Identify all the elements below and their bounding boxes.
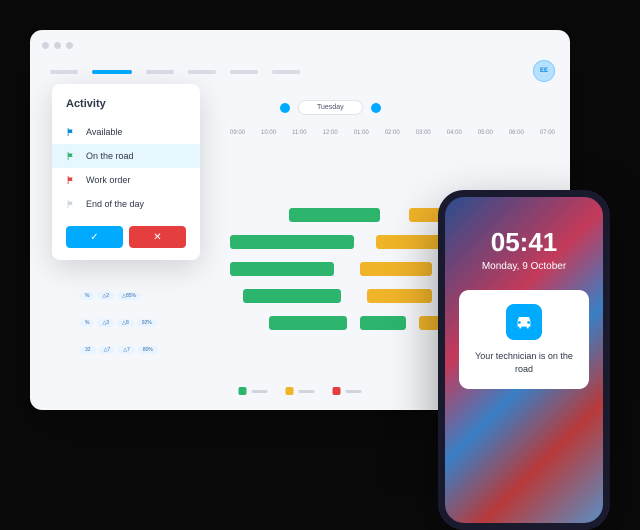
confirm-button[interactable]: ✓ bbox=[66, 226, 123, 248]
top-tabs bbox=[30, 62, 570, 82]
activity-popup: Activity Available On the road Work order E… bbox=[52, 84, 200, 260]
phone-mockup: 05:41 Monday, 9 October Your technician … bbox=[438, 190, 610, 530]
activity-option[interactable]: Work order bbox=[52, 168, 200, 192]
dot bbox=[66, 42, 73, 49]
avatar[interactable]: EE bbox=[533, 60, 555, 82]
time-tick: 10:00 bbox=[261, 130, 276, 142]
flag-icon bbox=[66, 199, 76, 209]
legend-item bbox=[333, 387, 362, 395]
time-tick: 02:00 bbox=[385, 130, 400, 142]
time-tick: 07:00 bbox=[540, 130, 555, 142]
popup-title: Activity bbox=[52, 98, 200, 120]
activity-label: End of the day bbox=[86, 199, 144, 209]
tab-item[interactable] bbox=[146, 70, 174, 74]
prev-day-button[interactable] bbox=[280, 103, 290, 113]
activity-option[interactable]: Available bbox=[52, 120, 200, 144]
dot bbox=[42, 42, 49, 49]
time-tick: 04:00 bbox=[447, 130, 462, 142]
tab-item[interactable] bbox=[272, 70, 300, 74]
time-tick: 06:00 bbox=[509, 130, 524, 142]
tab-item[interactable] bbox=[188, 70, 216, 74]
tab-item[interactable] bbox=[50, 70, 78, 74]
time-tick: 01:00 bbox=[354, 130, 369, 142]
notification-text: Your technician is on the road bbox=[473, 350, 575, 375]
legend-item bbox=[239, 387, 268, 395]
car-icon bbox=[506, 304, 542, 340]
window-controls bbox=[42, 42, 73, 49]
legend-item bbox=[286, 387, 315, 395]
timeline-header: 09:00 10:00 11:00 12:00 01:00 02:00 03:00 04:00… bbox=[230, 130, 555, 142]
phone-time: 05:41 bbox=[459, 227, 589, 258]
phone-date: Monday, 9 October bbox=[459, 261, 589, 272]
time-tick: 12:00 bbox=[323, 130, 338, 142]
flag-icon bbox=[66, 127, 76, 137]
legend bbox=[239, 387, 362, 395]
activity-label: Work order bbox=[86, 175, 130, 185]
activity-option[interactable]: On the road bbox=[52, 144, 200, 168]
time-tick: 11:00 bbox=[292, 130, 307, 142]
flag-icon bbox=[66, 151, 76, 161]
tab-item-active[interactable] bbox=[92, 70, 132, 74]
day-label[interactable]: Tuesday bbox=[298, 100, 363, 115]
time-tick: 09:00 bbox=[230, 130, 245, 142]
activity-option[interactable]: End of the day bbox=[52, 192, 200, 216]
time-tick: 03:00 bbox=[416, 130, 431, 142]
activity-label: On the road bbox=[86, 151, 134, 161]
flag-icon bbox=[66, 175, 76, 185]
next-day-button[interactable] bbox=[371, 103, 381, 113]
activity-label: Available bbox=[86, 127, 122, 137]
cancel-button[interactable]: ✕ bbox=[129, 226, 186, 248]
notification-card[interactable]: Your technician is on the road bbox=[459, 290, 589, 389]
time-tick: 05:00 bbox=[478, 130, 493, 142]
day-selector: Tuesday bbox=[280, 100, 381, 115]
tab-item[interactable] bbox=[230, 70, 258, 74]
dot bbox=[54, 42, 61, 49]
